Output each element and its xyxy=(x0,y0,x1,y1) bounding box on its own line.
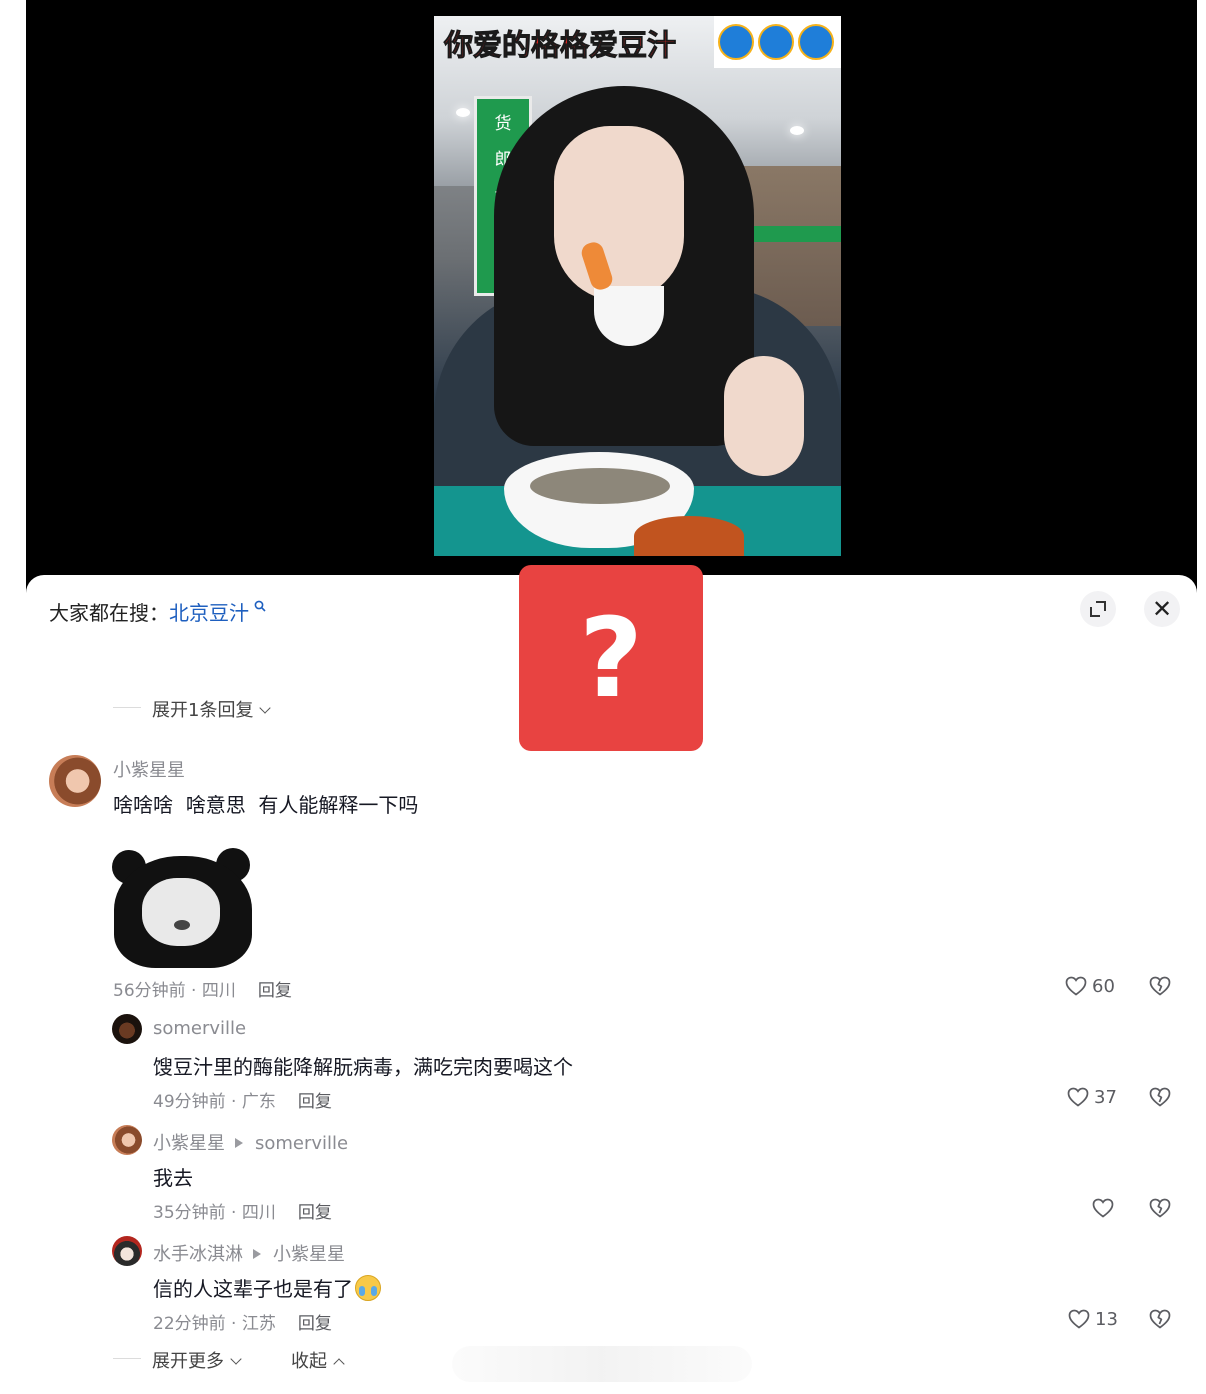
collapse-button[interactable]: 收起 xyxy=(291,1347,345,1373)
chevron-down-icon xyxy=(259,702,272,714)
close-sheet-button[interactable]: ✕ xyxy=(1144,591,1180,627)
expand-more-label: 展开更多 xyxy=(152,1351,224,1372)
like-button[interactable]: 60 xyxy=(1064,974,1115,998)
fried-food-plate xyxy=(634,516,744,556)
comment-time-location: 56分钟前 · 四川 xyxy=(113,981,236,1001)
question-mark-overlay: ? xyxy=(519,565,703,751)
thread-line xyxy=(113,707,141,708)
like-button[interactable]: 37 xyxy=(1066,1085,1117,1109)
ceiling-light xyxy=(456,108,470,117)
heart-icon xyxy=(1068,1309,1090,1329)
reply-time-location: 22分钟前 · 江苏 xyxy=(153,1314,276,1334)
reply-username[interactable]: 小紫星星 xyxy=(153,1133,225,1154)
reply-to-username[interactable]: 小紫星星 xyxy=(273,1244,345,1265)
search-icon[interactable] xyxy=(250,600,267,616)
panda-mouth xyxy=(174,920,190,930)
person-hand xyxy=(724,356,804,476)
reply-time-location: 49分钟前 · 广东 xyxy=(153,1092,276,1112)
thread-line xyxy=(113,1358,141,1359)
person-face xyxy=(554,126,684,301)
grinning-face-emoji xyxy=(758,24,794,60)
reply-username[interactable]: somerville xyxy=(153,1018,246,1039)
avatar[interactable] xyxy=(112,1125,142,1155)
reply-arrow-icon xyxy=(235,1138,243,1148)
heart-icon xyxy=(1092,1198,1114,1218)
video-frame[interactable]: 货 郎 食 品 你爱的格格爱豆汁 xyxy=(434,16,841,556)
like-count: 60 xyxy=(1092,975,1115,997)
expand-replies-button[interactable]: 展开1条回复 xyxy=(152,696,272,722)
broken-heart-icon[interactable] xyxy=(1148,974,1172,998)
like-button[interactable] xyxy=(1091,1196,1119,1220)
reply-arrow-icon xyxy=(253,1249,261,1259)
crying-laughing-emoji xyxy=(355,1275,381,1301)
like-count: 13 xyxy=(1095,1308,1118,1330)
reply-text: 信的人这辈子也是有了 xyxy=(153,1277,353,1301)
expand-more-button[interactable]: 展开更多 xyxy=(152,1347,242,1373)
grinning-face-emoji xyxy=(798,24,834,60)
trending-search: 大家都在搜：北京豆汁 xyxy=(49,597,267,626)
chevron-down-icon xyxy=(230,1353,242,1365)
reply-to-username[interactable]: somerville xyxy=(255,1133,348,1154)
scroll-indicator xyxy=(452,1346,752,1382)
douzhi-soup xyxy=(530,468,670,504)
grinning-face-emoji xyxy=(718,24,754,60)
video-player[interactable]: 货 郎 食 品 你爱的格格爱豆汁 xyxy=(26,0,1197,600)
like-count: 37 xyxy=(1094,1086,1117,1108)
reply-username-group: 小紫星星 somerville xyxy=(153,1129,348,1155)
reply-button[interactable]: 回复 xyxy=(258,981,292,1001)
video-caption: 你爱的格格爱豆汁 xyxy=(443,28,677,63)
broken-heart-icon[interactable] xyxy=(1148,1196,1172,1220)
caption-emoji-group xyxy=(714,16,841,68)
expand-icon xyxy=(1090,601,1106,617)
collapse-label: 收起 xyxy=(291,1351,327,1372)
like-button[interactable]: 13 xyxy=(1067,1307,1118,1331)
broken-heart-icon[interactable] xyxy=(1148,1307,1172,1331)
reply-time-location: 35分钟前 · 四川 xyxy=(153,1203,276,1223)
comment-meta: 56分钟前 · 四川 回复 xyxy=(113,976,292,1001)
reply-meta: 35分钟前 · 四川 回复 xyxy=(153,1198,332,1223)
reply-button[interactable]: 回复 xyxy=(298,1314,332,1334)
chevron-up-icon xyxy=(333,1358,345,1370)
trending-search-label: 大家都在搜： xyxy=(49,601,169,625)
reply-meta: 22分钟前 · 江苏 回复 xyxy=(153,1309,332,1334)
close-icon: ✕ xyxy=(1151,595,1173,623)
reply-button[interactable]: 回复 xyxy=(298,1092,332,1112)
broken-heart-icon[interactable] xyxy=(1148,1085,1172,1109)
search-icon-glyph xyxy=(255,600,267,612)
reply-meta: 49分钟前 · 广东 回复 xyxy=(153,1087,332,1112)
avatar[interactable] xyxy=(112,1014,142,1044)
heart-icon xyxy=(1065,976,1087,996)
expand-replies-label: 展开1条回复 xyxy=(152,700,254,721)
heart-icon xyxy=(1067,1087,1089,1107)
comment-username[interactable]: 小紫星星 xyxy=(113,756,185,782)
avatar[interactable] xyxy=(49,755,101,807)
avatar[interactable] xyxy=(112,1236,142,1266)
reply-button[interactable]: 回复 xyxy=(298,1203,332,1223)
comment-text: 啥啥啥 啥意思 有人能解释一下吗 xyxy=(113,793,419,817)
panda-face xyxy=(142,878,220,946)
reply-text: 馊豆汁里的酶能降解朊病毒，满吃完肉要喝这个 xyxy=(153,1055,573,1079)
reply-text: 我去 xyxy=(153,1166,193,1190)
reply-text-group: 信的人这辈子也是有了 xyxy=(153,1273,381,1302)
reply-username-group: 水手冰淇淋 小紫星星 xyxy=(153,1240,345,1266)
trending-search-link[interactable]: 北京豆汁 xyxy=(169,601,249,625)
panda-meme-sticker[interactable] xyxy=(112,838,258,968)
ceiling-light xyxy=(790,126,804,135)
expand-sheet-button[interactable] xyxy=(1080,591,1116,627)
shop-sign-char: 货 xyxy=(494,114,512,134)
reply-username[interactable]: 水手冰淇淋 xyxy=(153,1244,243,1265)
